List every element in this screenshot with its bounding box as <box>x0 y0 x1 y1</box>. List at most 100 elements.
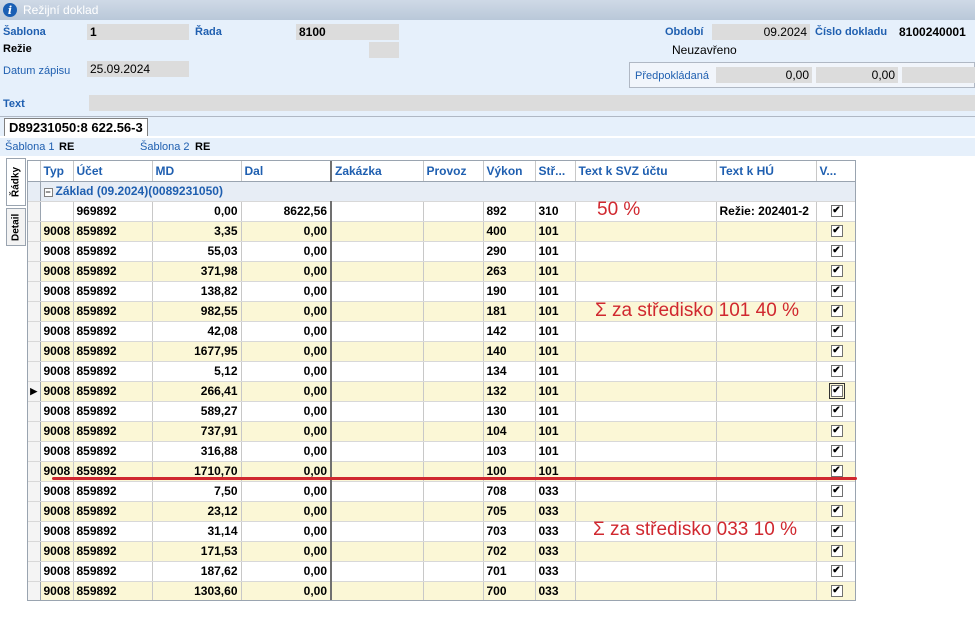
cell-ucet[interactable]: 859892 <box>73 281 153 302</box>
row-checkbox[interactable]: ✔ <box>830 345 843 357</box>
cell-vykon[interactable]: 181 <box>483 301 536 322</box>
row-selector[interactable] <box>28 261 41 282</box>
cell-v[interactable]: ✔ <box>816 421 855 442</box>
cell-zakazka[interactable] <box>331 381 424 402</box>
text-field[interactable] <box>89 95 975 111</box>
cell-ucet[interactable]: 859892 <box>73 241 153 262</box>
cell-ucet[interactable]: 859892 <box>73 421 153 442</box>
cell-text-svz[interactable] <box>575 561 717 582</box>
row-selector[interactable] <box>28 521 41 542</box>
cell-dal[interactable]: 0,00 <box>241 521 332 542</box>
column-header-text-svz[interactable]: Text k SVZ účtu <box>575 161 717 182</box>
cell-dal[interactable]: 0,00 <box>241 401 332 422</box>
cell-vykon[interactable]: 190 <box>483 281 536 302</box>
cell-vykon[interactable]: 130 <box>483 401 536 422</box>
cell-typ[interactable]: 9008 <box>40 381 74 402</box>
cell-ucet[interactable]: 859892 <box>73 401 153 422</box>
table-row[interactable]: ▶ 9008 859892 266,41 0,00 132 101 ✔ <box>28 381 855 402</box>
cell-typ[interactable]: 9008 <box>40 581 74 600</box>
cell-provoz[interactable] <box>423 501 484 522</box>
row-checkbox[interactable]: ✔ <box>830 565 843 577</box>
cell-zakazka[interactable] <box>331 401 424 422</box>
cell-ucet[interactable]: 859892 <box>73 521 153 542</box>
row-checkbox[interactable]: ✔ <box>830 325 843 337</box>
column-header-stredisko[interactable]: Stř... <box>535 161 576 182</box>
cell-provoz[interactable] <box>423 301 484 322</box>
column-header-ucet[interactable]: Účet <box>73 161 153 182</box>
cell-provoz[interactable] <box>423 361 484 382</box>
cell-text-hu[interactable]: Režie: 202401-2 <box>716 201 817 222</box>
cell-dal[interactable]: 0,00 <box>241 261 332 282</box>
sablona-field[interactable]: 1 <box>87 24 189 40</box>
cell-provoz[interactable] <box>423 381 484 402</box>
cell-zakazka[interactable] <box>331 301 424 322</box>
row-selector[interactable] <box>28 421 41 442</box>
cell-dal[interactable]: 8622,56 <box>241 201 332 222</box>
cell-dal[interactable]: 0,00 <box>241 241 332 262</box>
cell-text-svz[interactable] <box>575 381 717 402</box>
rada-field[interactable]: 8100 <box>296 24 399 40</box>
cell-text-hu[interactable] <box>716 381 817 402</box>
cell-v[interactable]: ✔ <box>816 281 855 302</box>
cell-text-svz[interactable] <box>575 281 717 302</box>
cell-zakazka[interactable] <box>331 221 424 242</box>
cell-ucet[interactable]: 859892 <box>73 561 153 582</box>
cell-text-svz[interactable] <box>575 501 717 522</box>
cell-text-svz[interactable] <box>575 441 717 462</box>
cell-md[interactable]: 1677,95 <box>152 341 242 362</box>
tab-detail[interactable]: Detail <box>6 208 26 246</box>
cell-ucet[interactable]: 859892 <box>73 581 153 600</box>
cell-ucet[interactable]: 859892 <box>73 321 153 342</box>
tab-radky[interactable]: Řádky <box>6 158 26 206</box>
cell-stredisko[interactable]: 101 <box>535 261 576 282</box>
cell-v[interactable]: ✔ <box>816 441 855 462</box>
cell-zakazka[interactable] <box>331 481 424 502</box>
row-checkbox[interactable]: ✔ <box>830 545 843 557</box>
cell-dal[interactable]: 0,00 <box>241 581 332 600</box>
cell-ucet[interactable]: 859892 <box>73 441 153 462</box>
cell-provoz[interactable] <box>423 341 484 362</box>
cell-typ[interactable]: 9008 <box>40 261 74 282</box>
row-checkbox[interactable]: ✔ <box>830 465 843 477</box>
cell-stredisko[interactable]: 101 <box>535 441 576 462</box>
cell-text-hu[interactable] <box>716 281 817 302</box>
cell-stredisko[interactable]: 101 <box>535 281 576 302</box>
cell-v[interactable]: ✔ <box>816 201 855 222</box>
rezie-field[interactable] <box>369 42 399 58</box>
table-row[interactable]: 9008 859892 1303,60 0,00 700 033 ✔ <box>28 581 855 600</box>
cell-md[interactable]: 266,41 <box>152 381 242 402</box>
cell-text-hu[interactable] <box>716 481 817 502</box>
cell-v[interactable]: ✔ <box>816 521 855 542</box>
cell-text-svz[interactable] <box>575 221 717 242</box>
collapse-icon[interactable]: − <box>43 188 53 197</box>
cell-md[interactable]: 31,14 <box>152 521 242 542</box>
cell-md[interactable]: 42,08 <box>152 321 242 342</box>
row-selector[interactable]: ▶ <box>28 381 41 402</box>
cell-text-svz[interactable] <box>575 401 717 422</box>
cell-stredisko[interactable]: 101 <box>535 361 576 382</box>
row-checkbox[interactable]: ✔ <box>830 505 843 517</box>
cell-text-hu[interactable] <box>716 541 817 562</box>
cell-zakazka[interactable] <box>331 421 424 442</box>
cell-md[interactable]: 3,35 <box>152 221 242 242</box>
cell-ucet[interactable]: 859892 <box>73 301 153 322</box>
cell-stredisko[interactable]: 101 <box>535 421 576 442</box>
row-selector[interactable] <box>28 461 41 482</box>
cell-dal[interactable]: 0,00 <box>241 321 332 342</box>
cell-vykon[interactable]: 103 <box>483 441 536 462</box>
cell-v[interactable]: ✔ <box>816 381 855 402</box>
cell-md[interactable]: 55,03 <box>152 241 242 262</box>
cell-stredisko[interactable]: 310 <box>535 201 576 222</box>
cell-text-hu[interactable] <box>716 581 817 600</box>
cell-text-hu[interactable] <box>716 501 817 522</box>
cell-vykon[interactable]: 700 <box>483 581 536 600</box>
cell-zakazka[interactable] <box>331 261 424 282</box>
cell-zakazka[interactable] <box>331 501 424 522</box>
cell-text-hu[interactable] <box>716 561 817 582</box>
cell-ucet[interactable]: 859892 <box>73 221 153 242</box>
cell-ucet[interactable]: 859892 <box>73 541 153 562</box>
cell-md[interactable]: 5,12 <box>152 361 242 382</box>
cell-provoz[interactable] <box>423 421 484 442</box>
cell-text-svz[interactable] <box>575 261 717 282</box>
table-row[interactable]: 9008 859892 171,53 0,00 702 033 ✔ <box>28 541 855 562</box>
